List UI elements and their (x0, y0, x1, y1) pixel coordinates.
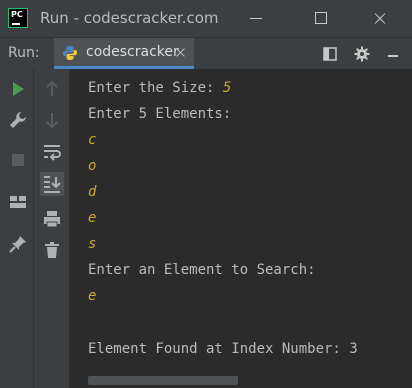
console-line: e (88, 288, 96, 304)
stop-icon[interactable] (7, 149, 29, 171)
horizontal-scrollbar[interactable] (70, 374, 412, 388)
user-input: c (88, 132, 97, 148)
console-line: d (88, 184, 96, 200)
trash-icon[interactable] (41, 239, 63, 261)
console-line: Enter an Element to Search: (88, 262, 316, 278)
console-line: Enter 5 Elements: (88, 106, 232, 122)
user-input: e (88, 288, 97, 304)
print-icon[interactable] (41, 208, 63, 230)
left-toolstrip (0, 69, 34, 388)
down-arrow-icon[interactable] (41, 109, 63, 131)
scrollbar-thumb[interactable] (88, 376, 238, 385)
gear-icon[interactable] (354, 46, 370, 62)
up-arrow-icon[interactable] (41, 78, 63, 100)
console-line: c (88, 132, 96, 148)
console-line: Element Found at Index Number: 3 (88, 341, 358, 357)
user-input: 5 (222, 80, 232, 96)
title-bar: PC Run - codescracker.com (0, 0, 412, 37)
run-icon[interactable] (7, 78, 29, 100)
user-input: s (88, 236, 97, 252)
minimize-panel-icon[interactable] (385, 46, 401, 62)
console-line: Enter the Size: 5 (88, 80, 232, 96)
console-line: o (88, 158, 96, 174)
tab-close-icon[interactable] (174, 46, 186, 58)
scroll-to-end-icon[interactable] (40, 172, 64, 196)
tab-label: codescracker (86, 44, 179, 60)
pycharm-app-icon: PC (8, 8, 28, 28)
console-line: e (88, 210, 96, 226)
tab-codescracker[interactable]: codescracker (54, 38, 194, 69)
run-label: Run: (8, 45, 40, 61)
window-title: Run - codescracker.com (40, 9, 219, 27)
console-output[interactable]: Enter the Size: 5 Enter 5 Elements: c o … (70, 69, 412, 374)
user-input: e (88, 210, 97, 226)
python-icon (62, 45, 78, 61)
wrench-icon[interactable] (7, 109, 29, 131)
run-toolbar: Run: codescracker (0, 37, 412, 69)
user-input: d (88, 184, 97, 200)
layout-icon[interactable] (7, 191, 29, 213)
user-input: o (88, 158, 97, 174)
maximize-button[interactable] (297, 0, 343, 37)
close-button[interactable] (357, 0, 403, 37)
pin-icon[interactable] (7, 233, 29, 255)
layout-icon[interactable] (322, 46, 338, 62)
console-line: s (88, 236, 96, 252)
run-window: PC Run - codescracker.com Run: codescrac… (0, 0, 412, 388)
console-toolstrip (34, 69, 70, 388)
minimize-button[interactable] (233, 0, 279, 37)
soft-wrap-icon[interactable] (41, 141, 63, 163)
